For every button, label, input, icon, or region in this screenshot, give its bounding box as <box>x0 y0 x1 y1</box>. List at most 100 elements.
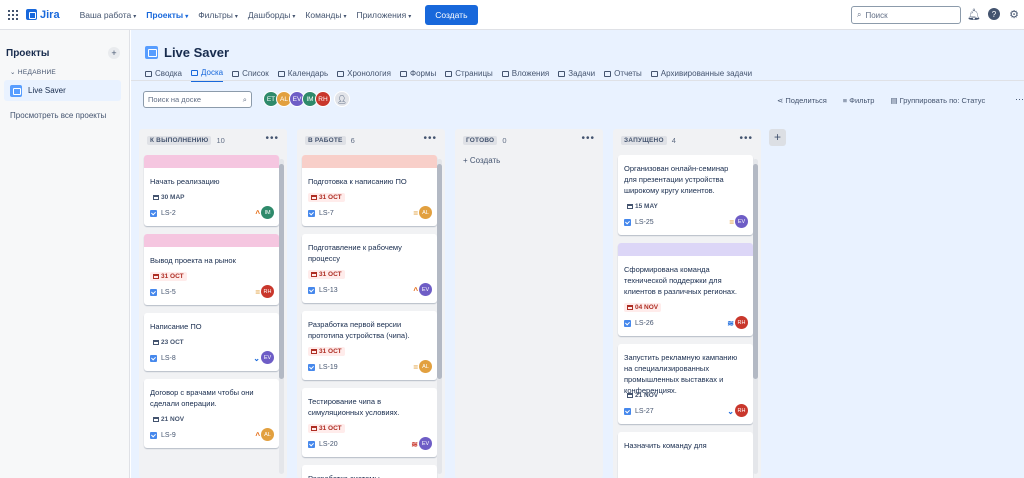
filter-button[interactable]: ≡ Фильтр <box>843 96 875 105</box>
add-project-button[interactable]: + <box>108 47 120 59</box>
settings-icon[interactable]: ⚙ <box>1008 8 1020 21</box>
jira-logo[interactable]: Jira <box>26 9 60 21</box>
card-title: Запустить рекламную кампанию на специали… <box>624 353 738 395</box>
nav-item-2[interactable]: Фильтры ▾ <box>198 10 238 20</box>
create-button[interactable]: Создать <box>425 4 478 25</box>
column-scrollbar[interactable] <box>279 159 284 474</box>
issue-card[interactable]: Назначить команду для <box>618 432 753 478</box>
recent-section-toggle[interactable]: ⌄ НЕДАВНИЕ <box>10 68 56 76</box>
issue-key[interactable]: LS-13 <box>319 287 338 294</box>
add-people-icon[interactable]: 👤︎ <box>334 91 350 107</box>
issue-card[interactable]: Разработка первой версии прототипа устро… <box>302 311 437 380</box>
add-column-button[interactable]: + <box>769 129 786 146</box>
column-more-icon[interactable]: ••• <box>265 133 279 144</box>
due-date: 31 ОСТ <box>319 271 342 278</box>
priority-icon: ^ <box>255 209 260 218</box>
column-more-icon[interactable]: ••• <box>423 133 437 144</box>
due-date: 30 МАР <box>161 194 185 201</box>
help-icon[interactable]: ? <box>988 8 1000 20</box>
issue-card[interactable]: Подготавление к рабочему процессу 31 ОСТ L… <box>302 234 437 303</box>
chevron-down-icon: ⌄ <box>10 69 18 76</box>
scrollbar-thumb[interactable] <box>437 164 442 379</box>
app-switcher-icon[interactable] <box>8 9 18 20</box>
assignee-avatar[interactable]: AL <box>261 428 274 441</box>
issue-card[interactable]: Разработка системы <box>302 465 437 478</box>
nav-item-3[interactable]: Дашборды ▾ <box>248 10 296 20</box>
notifications-icon[interactable]: 🔔︎ <box>967 8 981 21</box>
calendar-icon <box>153 274 159 279</box>
board-search-input[interactable]: Поиск на доске ⌕ <box>143 91 252 108</box>
assignee-avatar[interactable]: EV <box>735 215 748 228</box>
more-actions-icon[interactable]: ⋯ <box>1015 94 1024 105</box>
card-footer: LS-2 ^ IM <box>150 206 274 219</box>
card-footer: LS-9 ^ AL <box>150 428 274 441</box>
nav-item-label: Проекты <box>146 9 184 20</box>
tabs-divider <box>131 80 1024 81</box>
issue-key[interactable]: LS-25 <box>635 219 654 226</box>
assignee-avatar[interactable]: AL <box>419 360 432 373</box>
chevron-down-icon: ▾ <box>234 13 238 20</box>
task-type-icon <box>150 210 157 217</box>
share-button[interactable]: ⋖ Поделиться <box>777 96 827 105</box>
issue-card[interactable]: Написание ПО 23 ОСТ LS-8 ⌄ EV <box>144 313 279 371</box>
main-content: Live Saver Сводка Доска Список Календарь Хро… <box>131 30 1024 478</box>
issue-card[interactable]: Сформирована команда технической поддерж… <box>618 243 753 336</box>
issue-key[interactable]: LS-26 <box>635 320 654 327</box>
board-toolbar: ⋖ Поделиться ≡ Фильтр ▤ Группировать по:… <box>777 96 985 105</box>
column-name: В РАБОТЕ <box>305 136 346 145</box>
nav-item-1[interactable]: Проекты ▾ <box>146 10 188 20</box>
issue-key[interactable]: LS-8 <box>161 355 176 362</box>
issue-card[interactable]: Организован онлайн-семинар для презентац… <box>618 155 753 235</box>
card-title: Разработка системы <box>308 473 426 478</box>
assignee-avatar[interactable]: RH <box>735 316 748 329</box>
issue-card[interactable]: Подготовка к написанию ПО 31 ОСТ LS-7 = AL <box>302 155 437 226</box>
priority-icon: ^ <box>255 431 260 440</box>
group-by-button[interactable]: ▤ Группировать по: Статус <box>890 96 985 105</box>
avatar[interactable]: RH <box>315 91 331 107</box>
calendar-icon <box>311 426 317 431</box>
nav-item-4[interactable]: Команды ▾ <box>305 10 346 20</box>
issue-key[interactable]: LS-2 <box>161 210 176 217</box>
scrollbar-thumb[interactable] <box>279 164 284 379</box>
issue-key[interactable]: LS-9 <box>161 432 176 439</box>
scrollbar-thumb[interactable] <box>753 164 758 379</box>
issue-key[interactable]: LS-19 <box>319 364 338 371</box>
sidebar-item-live-saver[interactable]: Live Saver <box>4 80 121 101</box>
issue-key[interactable]: LS-20 <box>319 441 338 448</box>
card-footer: LS-26 ≋ RH <box>624 316 748 329</box>
issue-card[interactable]: Тестирование чипа в симуляционных услови… <box>302 388 437 457</box>
assignee-avatar[interactable]: RH <box>735 404 748 417</box>
priority-icon: = <box>413 363 418 372</box>
issue-card[interactable]: Договор с врачами чтобы они сделали опер… <box>144 379 279 448</box>
calendar-icon <box>311 272 317 277</box>
tab-label: Архивированные задачи <box>660 69 753 78</box>
column-more-icon[interactable]: ••• <box>581 133 595 144</box>
assignee-avatar[interactable]: IM <box>261 206 274 219</box>
card-cover <box>618 243 753 256</box>
view-all-projects-link[interactable]: Просмотреть все проекты <box>10 111 106 120</box>
assignee-avatar[interactable]: EV <box>419 437 432 450</box>
issue-card[interactable]: Запустить рекламную кампанию на специали… <box>618 344 753 424</box>
assignee-avatar[interactable]: AL <box>419 206 432 219</box>
column-scrollbar[interactable] <box>437 159 442 474</box>
assignee-avatar[interactable]: RH <box>261 285 274 298</box>
issue-card[interactable]: Вывод проекта на рынок 31 ОСТ LS-5 = RH <box>144 234 279 305</box>
column-scrollbar[interactable] <box>753 159 758 474</box>
nav-item-0[interactable]: Ваша работа ▾ <box>80 10 137 20</box>
due-date: 31 ОСТ <box>319 194 342 201</box>
card-title: Сформирована команда технической поддерж… <box>624 265 737 296</box>
card-title: Тестирование чипа в симуляционных услови… <box>308 397 400 417</box>
issue-key[interactable]: LS-7 <box>319 210 334 217</box>
column-more-icon[interactable]: ••• <box>739 133 753 144</box>
issue-key[interactable]: LS-27 <box>635 408 654 415</box>
card-title: Вывод проекта на рынок <box>150 256 236 265</box>
issue-key[interactable]: LS-5 <box>161 289 176 296</box>
issue-card[interactable]: Начать реализацию 30 МАР LS-2 ^ IM <box>144 155 279 226</box>
assignee-avatar[interactable]: EV <box>419 283 432 296</box>
tab-icon <box>445 70 453 77</box>
create-issue-button[interactable]: + Создать <box>463 156 500 165</box>
assignee-avatar[interactable]: EV <box>261 351 274 364</box>
page-title: Live Saver <box>164 45 230 60</box>
nav-item-5[interactable]: Приложения ▾ <box>356 10 411 20</box>
global-search-input[interactable]: ⌕ Поиск <box>851 6 961 24</box>
